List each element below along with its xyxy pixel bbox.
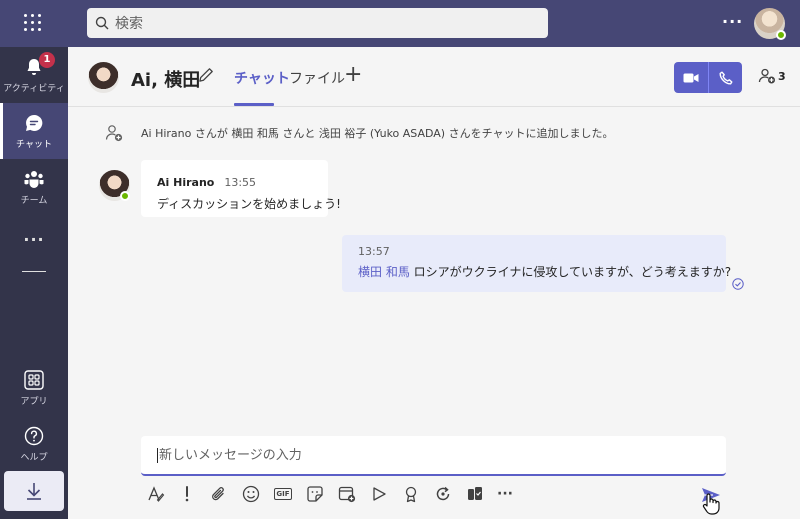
compose-box[interactable] [141, 436, 726, 476]
incoming-message[interactable]: Ai Hirano 13:55 ディスカッションを始めましょう! [141, 160, 341, 217]
rail-item-help[interactable]: ヘルプ [0, 416, 68, 472]
video-camera-icon [683, 73, 699, 82]
apps-icon [24, 370, 44, 390]
rail-more-apps-button[interactable]: ··· [0, 230, 68, 249]
exclamation-icon [185, 486, 189, 502]
gif-button[interactable]: GIF [273, 484, 293, 504]
participant-count: 3 [778, 69, 786, 83]
search-box[interactable]: 検索 [87, 8, 548, 38]
people-add-icon [758, 68, 775, 84]
emoji-icon [242, 485, 260, 503]
hand-cursor-icon [702, 493, 720, 515]
rail-item-activity[interactable]: アクティビティ 1 [0, 47, 68, 103]
profile-presence-icon [776, 30, 786, 40]
edit-pencil-icon[interactable] [198, 67, 214, 83]
download-button[interactable] [4, 471, 64, 511]
message-text: ディスカッションを始めましょう! [157, 197, 341, 211]
outgoing-message[interactable]: 13:57 横田 和馬 ロシアがウクライナに侵攻していますが、どう考えますか? [342, 235, 731, 292]
add-person-icon [105, 125, 123, 142]
loop-icon [436, 486, 450, 501]
search-placeholder: 検索 [115, 16, 143, 32]
sender-presence-icon [120, 191, 130, 201]
system-message: Ai Hirano さんが 横田 和馬 さんと 浅田 裕子 (Yuko ASAD… [105, 124, 614, 142]
stream-button[interactable] [369, 484, 389, 504]
rail-item-label: アクティビティ [3, 84, 65, 94]
play-icon [373, 487, 386, 501]
notification-badge: 1 [39, 52, 55, 68]
video-call-button[interactable] [674, 62, 708, 93]
format-button[interactable] [146, 484, 166, 504]
message-sender: Ai Hirano [157, 176, 215, 189]
chat-header: Ai, 横田 チャット ファイル + 3 [68, 47, 800, 107]
message-time: 13:55 [224, 176, 257, 189]
sticker-icon [307, 486, 323, 502]
message-text: 横田 和馬 ロシアがウクライナに侵攻していますが、どう考えますか? [358, 263, 731, 280]
app-rail: アクティビティ 1 チャット チーム ··· アプリ ヘルプ [0, 47, 68, 519]
search-icon [95, 16, 109, 30]
top-bar: 検索 ··· [0, 0, 800, 47]
chat-title: Ai, 横田 [131, 70, 201, 91]
tab-chat[interactable]: チャット [234, 68, 290, 88]
download-icon [27, 483, 41, 500]
rail-item-label: アプリ [20, 397, 48, 407]
message-time: 13:57 [358, 245, 390, 258]
audio-call-button[interactable] [709, 62, 743, 93]
meeting-button[interactable] [337, 484, 357, 504]
praise-button[interactable] [401, 484, 421, 504]
rail-item-label: チャット [16, 140, 52, 150]
loop-button[interactable] [433, 484, 453, 504]
phone-icon [719, 71, 733, 85]
mention-link[interactable]: 横田 和馬 [358, 265, 410, 279]
attach-button[interactable] [209, 484, 229, 504]
settings-more-button[interactable]: ··· [722, 12, 742, 32]
chat-icon [26, 114, 43, 131]
approvals-button[interactable] [465, 484, 485, 504]
rail-item-label: チーム [20, 196, 48, 206]
priority-button[interactable] [177, 484, 197, 504]
emoji-button[interactable] [241, 484, 261, 504]
rail-item-apps[interactable]: アプリ [0, 360, 68, 416]
approvals-icon [468, 487, 482, 500]
paperclip-icon [212, 487, 224, 501]
format-icon [148, 486, 165, 502]
system-message-text: Ai Hirano さんが 横田 和馬 さんと 浅田 裕子 (Yuko ASAD… [141, 127, 614, 140]
app-launcher-icon[interactable] [22, 12, 44, 34]
help-icon [24, 426, 44, 446]
sticker-button[interactable] [305, 484, 325, 504]
message-body-text: ロシアがウクライナに侵攻していますが、どう考えますか? [409, 265, 732, 279]
more-options-button[interactable]: ··· [495, 484, 515, 504]
call-buttons [674, 62, 742, 93]
rail-divider [22, 271, 46, 272]
message-input[interactable] [157, 447, 726, 463]
add-tab-button[interactable]: + [344, 64, 362, 86]
group-avatar [88, 62, 119, 93]
rail-item-teams[interactable]: チーム [0, 159, 68, 215]
rail-item-chat[interactable]: チャット [0, 103, 68, 159]
rail-item-label: ヘルプ [20, 453, 48, 463]
teams-icon [24, 171, 44, 188]
medal-icon [405, 486, 417, 503]
active-tab-indicator [234, 103, 274, 106]
tab-files[interactable]: ファイル [289, 68, 345, 88]
calendar-add-icon [338, 486, 356, 503]
gif-icon: GIF [274, 488, 292, 500]
participants-button[interactable]: 3 [758, 68, 786, 84]
read-receipt-icon [732, 278, 744, 290]
